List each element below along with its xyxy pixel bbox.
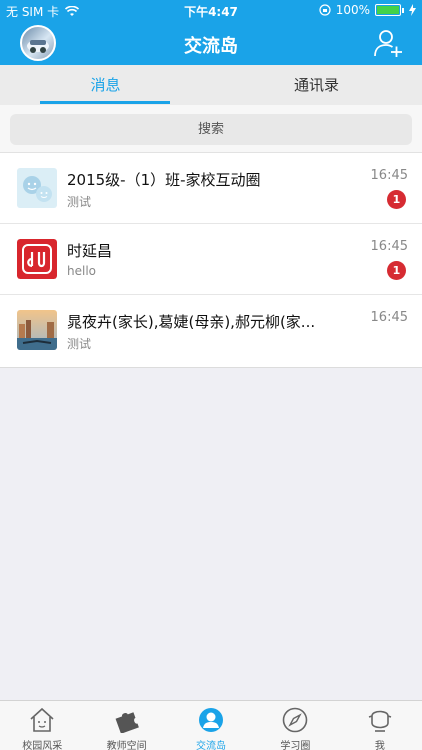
city-photo-icon [17,310,57,350]
tab-label: 学习圈 [280,741,311,750]
unread-badge: 1 [387,190,406,209]
tab-label: 我 [374,741,385,750]
conversation-row[interactable]: 时延昌 hello 16:45 1 [0,224,422,295]
unread-badge: 1 [387,261,406,280]
status-bar: 无 SIM 卡 下午4:47 100% [0,0,422,22]
conversation-time: 16:45 [370,310,408,325]
puzzle-icon [115,712,139,733]
tab-me[interactable]: 我 [338,701,422,750]
conversation-title: 2015级-（1）班-家校互动圈 [67,171,261,189]
user-circle-icon [199,708,224,732]
tab-label: 教师空间 [106,741,147,750]
tab-campus[interactable]: 校园风采 [0,701,84,750]
person-icon [368,710,392,732]
house-icon [30,707,54,732]
conversation-time: 16:45 [370,239,408,254]
active-tab-indicator [40,101,170,104]
nav-bar: 交流岛 [0,22,422,65]
search-input[interactable]: 搜索 [10,114,412,145]
tab-exchange[interactable]: 交流岛 [169,701,253,750]
conversation-preview: 测试 [67,337,92,351]
search-bar: 搜索 [0,105,422,153]
header-background: 无 SIM 卡 下午4:47 100% 交流岛 [0,0,422,65]
bottom-tab-bar: 校园风采 教师空间 交流岛 学习圈 我 [0,700,422,750]
page-title: 交流岛 [184,36,238,57]
conversation-time: 16:45 [370,168,408,183]
charging-icon [409,4,416,16]
conversation-title: 时延昌 [67,242,113,260]
tab-label: 校园风采 [22,741,63,750]
segment-control: 消息 通讯录 [0,65,422,105]
battery-percent: 100% [335,3,370,17]
tab-label: 交流岛 [196,741,227,750]
rotation-lock-icon [319,4,331,16]
add-contact-icon[interactable] [374,29,404,57]
tab-teacher-space[interactable]: 教师空间 [84,701,168,750]
app-logo-icon [17,239,57,279]
conversation-preview: 测试 [67,195,92,209]
tab-study-circle[interactable]: 学习圈 [253,701,337,750]
conversation-list: 2015级-（1）班-家校互动圈 测试 16:45 1 时延昌 hello 16… [0,153,422,368]
conversation-title: 晁夜卉(家长),葛婕(母亲),郝元柳(家... [67,313,316,331]
battery-icon [375,4,401,16]
group-chat-icon [17,168,57,208]
tab-contacts[interactable]: 通讯录 [211,65,422,105]
conversation-preview: hello [67,264,96,278]
tab-messages[interactable]: 消息 [0,65,211,105]
conversation-row[interactable]: 2015级-（1）班-家校互动圈 测试 16:45 1 [0,153,422,224]
conversation-row[interactable]: 晁夜卉(家长),葛婕(母亲),郝元柳(家... 测试 16:45 [0,295,422,367]
compass-icon [283,707,308,733]
